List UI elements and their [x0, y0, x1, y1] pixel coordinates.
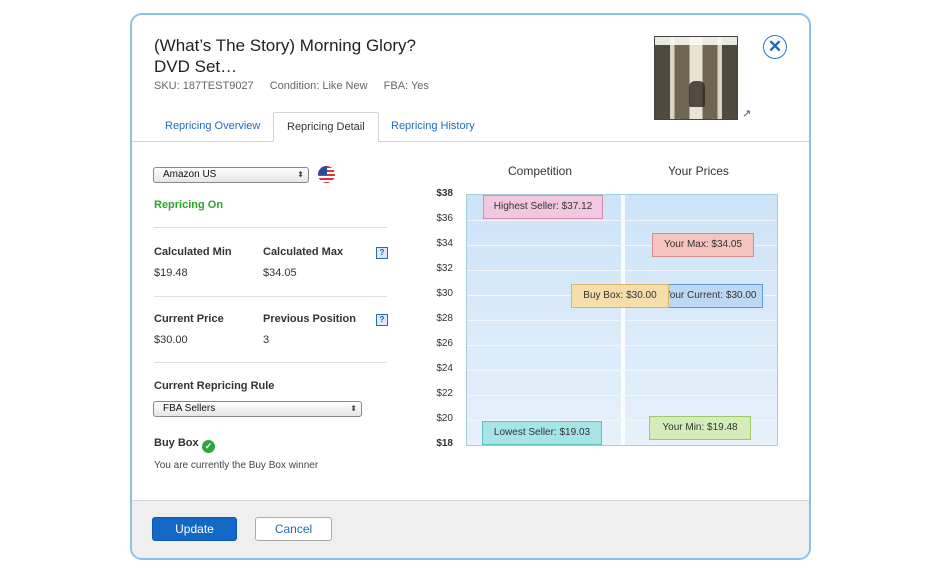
divider [154, 227, 387, 228]
help-icon-position[interactable]: ? [376, 314, 388, 326]
product-title: (What’s The Story) Morning Glory? DVD Se… [154, 35, 444, 77]
calculated-max-value: $34.05 [263, 267, 297, 279]
grid-line [467, 370, 777, 371]
grid-line [467, 270, 777, 271]
tab-repricing-overview[interactable]: Repricing Overview [165, 120, 260, 132]
us-flag-icon [318, 166, 335, 183]
y-tick-label: $18 [436, 438, 453, 449]
current-price-label: Current Price [154, 313, 224, 325]
check-icon: ✓ [202, 440, 215, 453]
select-arrows-icon: ⬍ [350, 404, 357, 413]
product-meta: SKU: 187TEST9027 Condition: Like New FBA… [154, 80, 442, 92]
grid-line [467, 345, 777, 346]
close-icon[interactable]: ✕ [763, 35, 787, 59]
price-chart: Competition Your Prices Highest Seller: … [417, 142, 797, 482]
product-title-line2: DVD Set… [154, 57, 238, 76]
condition-text: Condition: Like New [269, 80, 368, 92]
price-marker: Buy Box: $30.00 [571, 284, 669, 308]
y-tick-label: $36 [436, 213, 453, 224]
plot-area: Highest Seller: $37.12 Buy Box: $30.00 Low… [466, 194, 778, 446]
help-icon-calculated[interactable]: ? [376, 247, 388, 259]
sku-text: SKU: 187TEST9027 [154, 80, 254, 92]
price-marker: Lowest Seller: $19.03 [482, 421, 602, 445]
divider [154, 362, 387, 363]
y-tick-label: $26 [436, 338, 453, 349]
calculated-min-value: $19.48 [154, 267, 188, 279]
fba-text: FBA: Yes [383, 80, 429, 92]
previous-position-label: Previous Position [263, 313, 356, 325]
update-button[interactable]: Update [152, 517, 237, 541]
price-marker: Highest Seller: $37.12 [483, 195, 603, 219]
y-tick-label: $22 [436, 388, 453, 399]
marketplace-select[interactable]: Amazon US ⬍ [153, 167, 309, 183]
y-tick-label: $34 [436, 238, 453, 249]
price-marker: Your Current: $30.00 [663, 284, 763, 308]
current-price-value: $30.00 [154, 334, 188, 346]
buy-box-note: You are currently the Buy Box winner [154, 460, 319, 471]
buy-box-label: Buy Box [154, 437, 199, 449]
divider [154, 296, 387, 297]
marketplace-select-value: Amazon US [163, 169, 217, 180]
calculated-min-label: Calculated Min [154, 246, 232, 258]
y-tick-label: $24 [436, 363, 453, 374]
calculated-max-label: Calculated Max [263, 246, 344, 258]
grid-line [467, 395, 777, 396]
price-marker: Your Min: $19.48 [649, 415, 751, 440]
y-tick-label: $32 [436, 263, 453, 274]
y-tick-label: $38 [436, 188, 453, 199]
column-title-competition: Competition [508, 164, 573, 178]
cancel-button[interactable]: Cancel [255, 517, 332, 541]
price-marker: Your Max: $34.05 [652, 233, 754, 258]
modal-footer: Update Cancel [132, 500, 809, 558]
repricing-rule-value: FBA Sellers [163, 403, 216, 414]
y-tick-label: $20 [436, 413, 453, 424]
product-thumbnail [654, 36, 738, 120]
repricing-rule-select[interactable]: FBA Sellers ⬍ [153, 401, 362, 417]
tab-repricing-history[interactable]: Repricing History [391, 120, 475, 132]
tab-repricing-detail[interactable]: Repricing Detail [273, 112, 379, 142]
column-title-your-prices: Your Prices [668, 164, 729, 178]
previous-position-value: 3 [263, 334, 270, 346]
y-tick-label: $28 [436, 313, 453, 324]
detail-body: Amazon US ⬍ Repricing On Calculated Min … [132, 142, 809, 501]
product-title-line1: (What’s The Story) Morning Glory? [154, 36, 417, 55]
tab-bar: Repricing Overview Repricing Detail Repr… [132, 112, 809, 142]
repricing-rule-label: Current Repricing Rule [154, 380, 275, 392]
y-tick-label: $30 [436, 288, 453, 299]
select-arrows-icon: ⬍ [297, 170, 304, 179]
repricing-modal: (What’s The Story) Morning Glory? DVD Se… [130, 13, 811, 560]
repricing-status: Repricing On [154, 199, 224, 211]
grid-line [467, 220, 777, 221]
grid-line [467, 320, 777, 321]
